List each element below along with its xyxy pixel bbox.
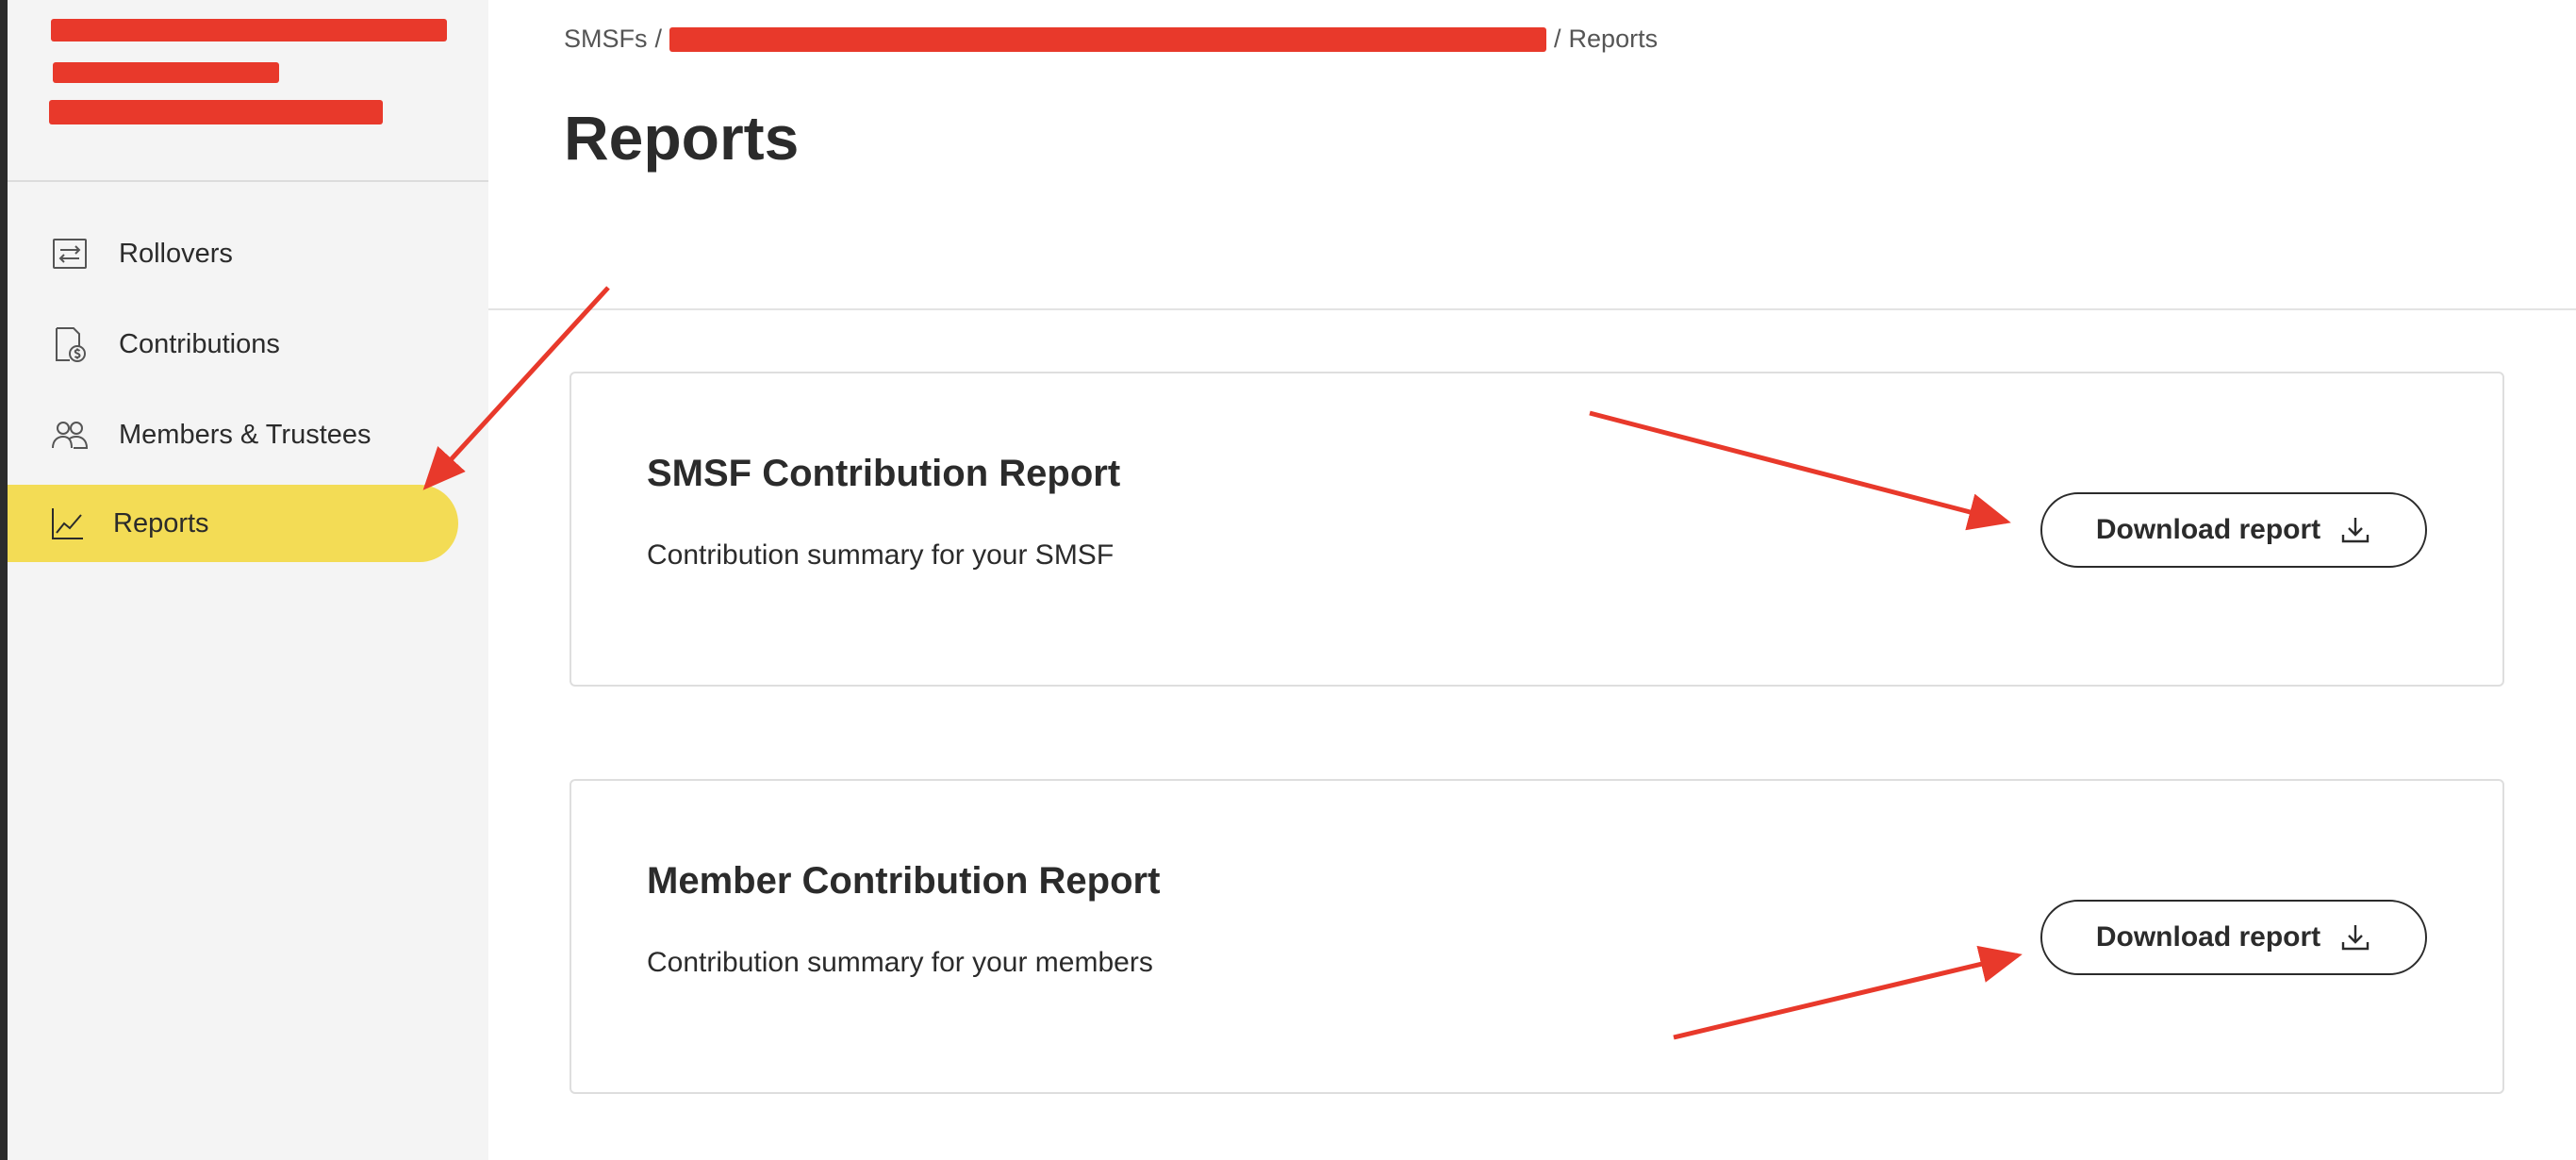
sidebar: Rollovers Contributions Members & Truste… bbox=[8, 0, 488, 1160]
sidebar-item-contributions[interactable]: Contributions bbox=[8, 306, 458, 383]
window-edge bbox=[0, 0, 8, 1160]
sidebar-item-label: Reports bbox=[113, 507, 209, 539]
report-description: Contribution summary for your SMSF bbox=[647, 539, 1115, 571]
download-button-label: Download report bbox=[2095, 921, 2321, 953]
sidebar-item-label: Contributions bbox=[119, 328, 280, 359]
breadcrumb-separator: / bbox=[654, 25, 663, 53]
line-chart-icon bbox=[49, 505, 87, 542]
download-report-button[interactable]: Download report bbox=[2040, 900, 2427, 975]
breadcrumb-current: Reports bbox=[1568, 25, 1659, 53]
main-content: SMSFs / / Reports Reports SMSF Contribut… bbox=[488, 0, 2576, 1160]
report-title: SMSF Contribution Report bbox=[647, 453, 1121, 494]
report-description: Contribution summary for your members bbox=[647, 947, 1153, 978]
page-title: Reports bbox=[564, 103, 800, 173]
sidebar-item-label: Members & Trustees bbox=[119, 419, 372, 450]
download-icon bbox=[2339, 921, 2371, 953]
breadcrumb-root-link[interactable]: SMSFs bbox=[564, 25, 648, 54]
people-icon bbox=[51, 416, 89, 454]
download-button-label: Download report bbox=[2095, 514, 2321, 545]
redacted-fund-name bbox=[49, 100, 383, 124]
download-report-button[interactable]: Download report bbox=[2040, 492, 2427, 568]
transfer-icon bbox=[51, 235, 89, 273]
redacted-fund-name bbox=[51, 19, 447, 41]
header-divider bbox=[488, 308, 2576, 310]
report-card-member: Member Contribution Report Contribution … bbox=[570, 779, 2504, 1094]
sidebar-divider bbox=[8, 180, 488, 182]
document-dollar-icon bbox=[51, 325, 89, 363]
sidebar-item-rollovers[interactable]: Rollovers bbox=[8, 215, 458, 292]
breadcrumb: SMSFs / / Reports bbox=[564, 25, 1658, 54]
sidebar-item-label: Rollovers bbox=[119, 238, 233, 269]
sidebar-item-members-trustees[interactable]: Members & Trustees bbox=[8, 396, 458, 473]
download-icon bbox=[2339, 514, 2371, 546]
sidebar-item-reports[interactable]: Reports bbox=[8, 485, 458, 562]
redacted-fund-link[interactable] bbox=[669, 26, 1547, 52]
breadcrumb-separator: / bbox=[1554, 25, 1561, 53]
report-title: Member Contribution Report bbox=[647, 860, 1161, 902]
report-card-smsf: SMSF Contribution Report Contribution su… bbox=[570, 372, 2504, 687]
redacted-fund-name bbox=[53, 62, 279, 83]
